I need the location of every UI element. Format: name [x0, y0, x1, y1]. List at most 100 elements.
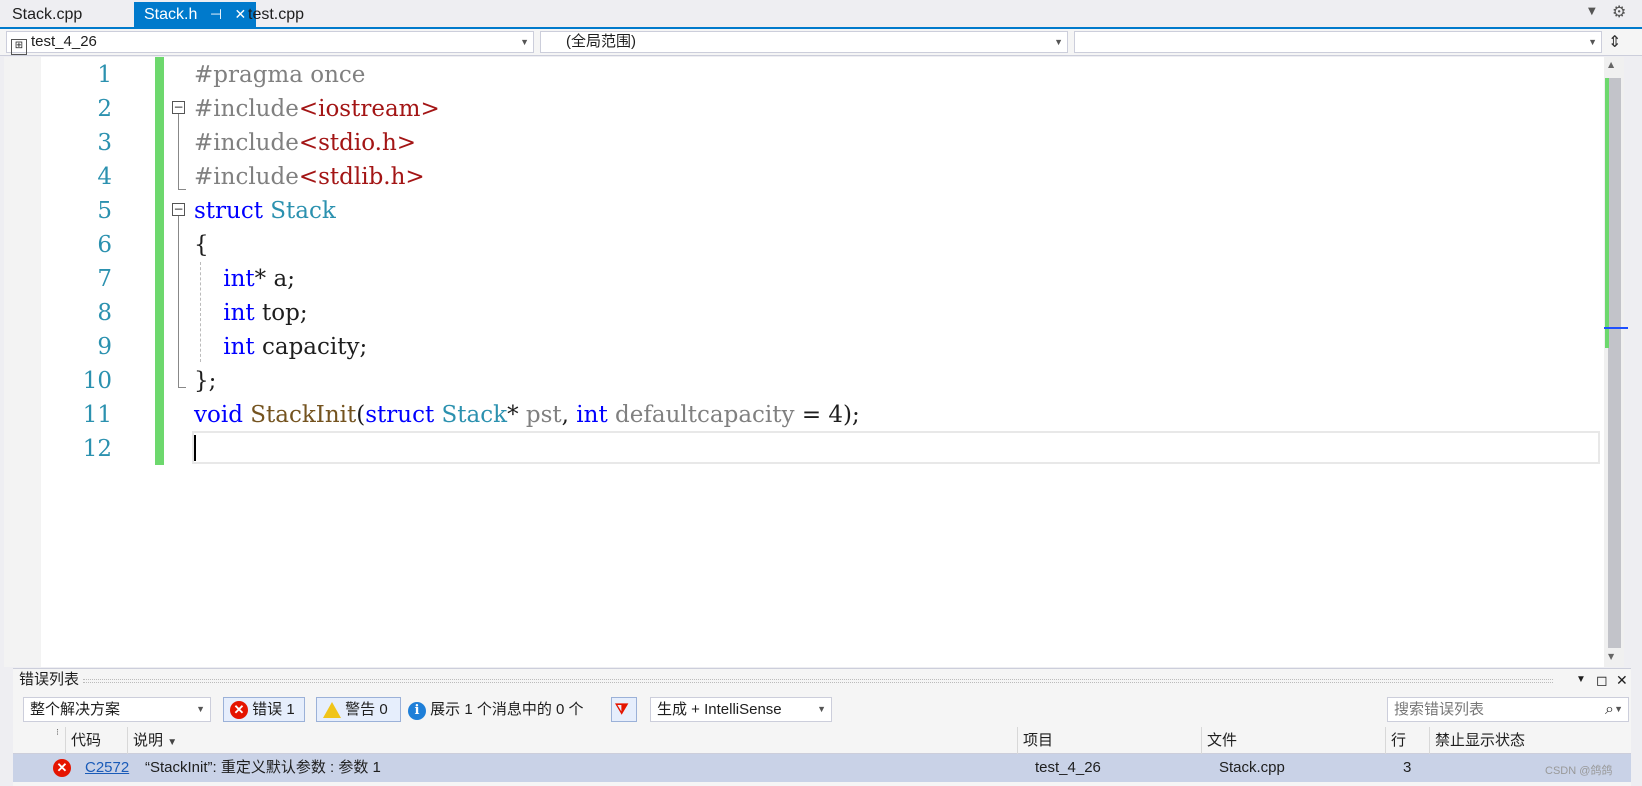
sort-down-icon: ▼	[167, 737, 178, 748]
line-number: 4	[97, 164, 112, 190]
line-number: 7	[97, 266, 112, 292]
change-tracking-bar	[155, 57, 164, 465]
include-path: <iostream>	[298, 96, 440, 122]
code-token: (	[356, 402, 366, 428]
column-description[interactable]: 说明 ▼	[127, 727, 1017, 754]
scroll-up-icon[interactable]: ▲	[1608, 60, 1614, 69]
preprocessor-directive: #include	[194, 164, 299, 190]
gear-icon[interactable]: ⚙	[1612, 2, 1626, 21]
error-project: test_4_26	[1035, 759, 1101, 776]
code-token: ;	[287, 266, 295, 292]
code-line: #include<stdio.h>	[194, 126, 416, 160]
column-file[interactable]: 文件	[1201, 727, 1385, 754]
current-line-highlight	[192, 431, 1600, 464]
filter-toggle-button[interactable]: ⧩	[611, 697, 637, 722]
info-icon: i	[408, 702, 426, 720]
line-number: 8	[97, 300, 112, 326]
tab-test-cpp[interactable]: test.cpp	[238, 2, 314, 27]
errors-filter-button[interactable]: ✕ 错误 1	[223, 697, 305, 722]
code-token: 4);	[828, 402, 860, 428]
scrollbar-change-marker	[1605, 78, 1609, 348]
watermark: CSDN @鸽鸽	[1545, 765, 1613, 777]
chevron-down-icon: ▼	[1054, 37, 1063, 47]
code-token: ;	[359, 334, 368, 360]
keyword: struct	[365, 402, 435, 428]
chevron-down-icon: ▼	[1588, 37, 1597, 47]
chevron-down-icon: ▼	[196, 704, 205, 714]
line-number: 9	[97, 334, 112, 360]
code-token: ;	[299, 300, 308, 326]
warnings-filter-button[interactable]: 警告 0	[316, 697, 401, 722]
type-name: Stack	[441, 402, 508, 428]
navigation-bar: ⊞ test_4_26 ▼ (全局范围) ▼ ▼ ⇕	[0, 29, 1642, 56]
identifier: top	[261, 300, 300, 326]
search-icon[interactable]: ⌕	[1605, 698, 1614, 721]
line-number: 5	[97, 198, 112, 224]
tab-overflow-dropdown-icon[interactable]: ▼	[1588, 6, 1596, 17]
error-description: “StackInit”: 重定义默认参数 : 参数 1	[145, 759, 381, 776]
filter-icon: ⧩	[615, 701, 629, 718]
table-row[interactable]: ✕ C2572 “StackInit”: 重定义默认参数 : 参数 1 test…	[13, 754, 1631, 782]
column-line[interactable]: 行	[1385, 727, 1429, 754]
keyword: int	[223, 300, 255, 326]
split-window-icon[interactable]: ⇕	[1608, 32, 1621, 51]
line-6-text: {	[194, 232, 209, 258]
collapse-struct-block-icon[interactable]: −	[172, 203, 185, 216]
code-line: #include<stdlib.h>	[194, 160, 425, 194]
column-project[interactable]: 项目	[1017, 727, 1201, 754]
panel-grip[interactable]	[83, 679, 1553, 683]
scroll-down-icon[interactable]: ▼	[1608, 652, 1614, 661]
project-dropdown[interactable]: ⊞ test_4_26 ▼	[6, 31, 534, 55]
fold-guide	[178, 114, 179, 190]
code-line: {	[194, 228, 209, 262]
scope-dropdown[interactable]: (全局范围) ▼	[540, 31, 1068, 53]
messages-filter-button[interactable]: i 展示 1 个消息中的 0 个	[408, 697, 584, 722]
type-name: Stack	[270, 198, 336, 224]
column-severity[interactable]: ⁝	[13, 727, 65, 754]
search-error-list-input[interactable]: 搜索错误列表 ⌕ ▼	[1387, 697, 1629, 722]
scope-filter-dropdown[interactable]: 整个解决方案 ▼	[23, 697, 211, 722]
code-token: *	[507, 402, 519, 428]
error-list-header: ⁝ 代码 说明 ▼ 项目 文件 行 禁止显示状态	[13, 727, 1631, 754]
pin-icon[interactable]: ⊣	[210, 6, 222, 22]
line-number: 3	[97, 130, 112, 156]
close-panel-icon[interactable]: ✕	[1616, 669, 1628, 691]
error-icon: ✕	[230, 701, 248, 719]
filter-icon: ⁝	[56, 727, 59, 737]
column-suppression[interactable]: 禁止显示状态	[1429, 727, 1629, 754]
chevron-down-icon: ▼	[520, 37, 529, 47]
function-name: StackInit	[250, 402, 357, 428]
build-filter-dropdown[interactable]: 生成 + IntelliSense ▼	[650, 697, 832, 722]
column-code[interactable]: 代码	[65, 727, 127, 754]
line-number: 11	[82, 402, 112, 428]
warning-icon	[323, 702, 341, 719]
code-line: #pragma once	[194, 58, 365, 92]
line-number: 2	[97, 96, 112, 122]
collapse-include-block-icon[interactable]: −	[172, 101, 185, 114]
maximize-icon[interactable]: ◻	[1596, 669, 1608, 691]
project-icon: ⊞	[11, 39, 27, 55]
error-code-link[interactable]: C2572	[85, 754, 129, 782]
error-icon: ✕	[53, 759, 71, 777]
identifier: a	[273, 266, 288, 292]
error-list-toolbar: 整个解决方案 ▼ ✕ 错误 1 警告 0 i 展示 1 个消息中的 0 个 ⧩ …	[13, 693, 1631, 725]
keyword: int	[223, 334, 255, 360]
code-token: ,	[561, 402, 569, 428]
member-dropdown[interactable]: ▼	[1074, 31, 1602, 53]
chevron-down-icon: ▼	[1614, 704, 1623, 714]
include-path: <stdlib.h>	[298, 164, 425, 190]
code-line: };	[194, 364, 216, 398]
panel-menu-icon[interactable]: ▼	[1576, 669, 1586, 691]
line-number: 6	[97, 232, 112, 258]
scrollbar-thumb[interactable]	[1608, 78, 1621, 648]
parameter-name: pst	[525, 402, 562, 428]
keyword: struct	[194, 198, 263, 224]
tab-stack-cpp[interactable]: Stack.cpp	[2, 2, 92, 27]
code-line: int capacity;	[194, 330, 367, 364]
